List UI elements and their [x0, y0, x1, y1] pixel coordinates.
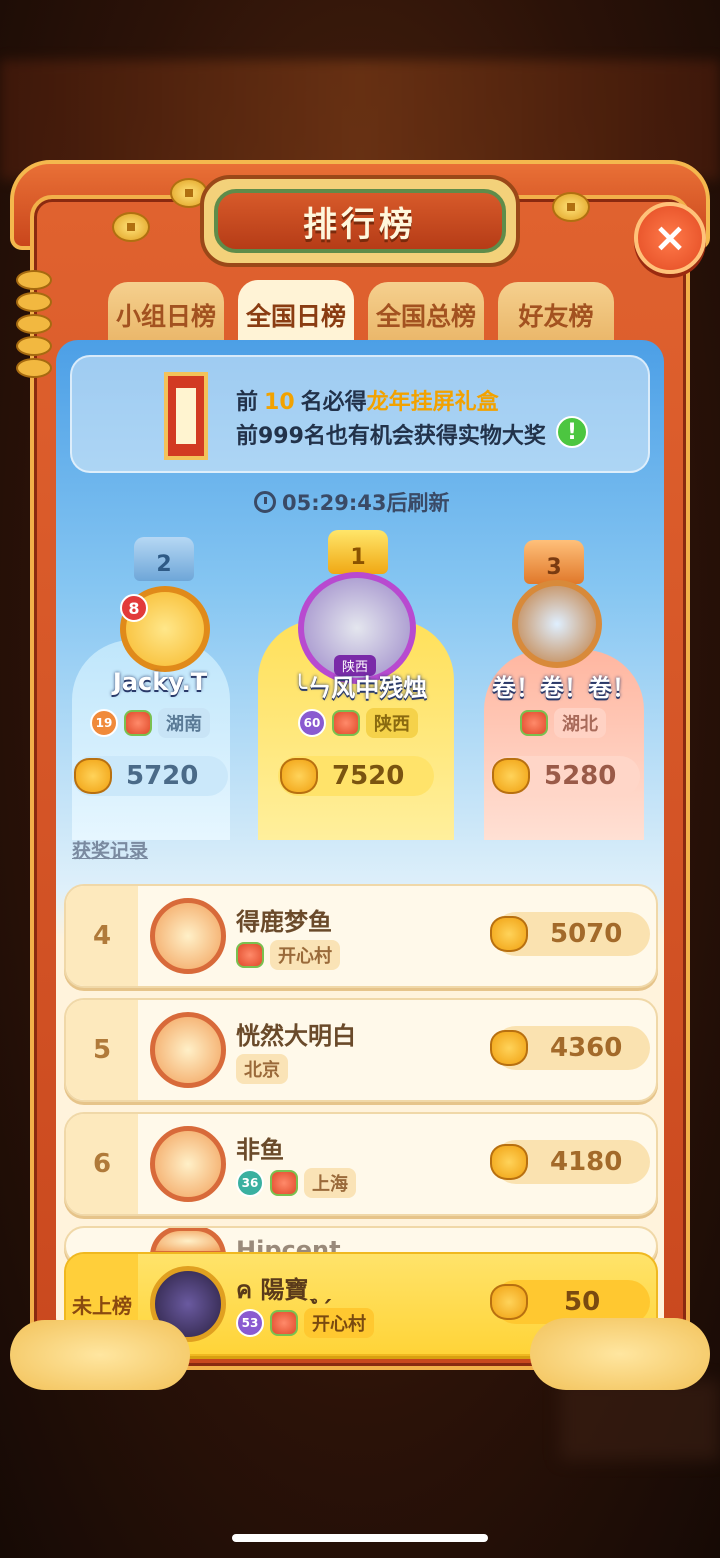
- score-pill: 5280: [490, 756, 640, 796]
- money-bag-icon: [490, 1144, 528, 1180]
- tab-national-total[interactable]: 全国总榜: [368, 282, 484, 348]
- score-pill: 4180: [490, 1140, 650, 1184]
- home-indicator[interactable]: [232, 1534, 488, 1542]
- score-value: 50: [564, 1287, 601, 1317]
- coin-icon: [552, 192, 590, 222]
- money-bag-icon: [490, 916, 528, 952]
- tab-group-daily[interactable]: 小组日榜: [108, 282, 224, 348]
- region-label: 北京: [236, 1054, 288, 1084]
- player-meta: 北京: [236, 1054, 288, 1084]
- avatar[interactable]: 8: [120, 586, 210, 672]
- dragon-badge-icon: [270, 1170, 298, 1196]
- coin-chain-decoration: [16, 270, 56, 390]
- player-meta: 36 上海: [236, 1168, 356, 1198]
- player-meta: 60 陕西: [298, 708, 418, 738]
- background-blur: [560, 1380, 720, 1460]
- rank-number: 4: [66, 886, 138, 986]
- money-bag-icon: [490, 1030, 528, 1066]
- score-value: 5280: [544, 761, 617, 791]
- reward-mid-text: 名必得: [300, 390, 367, 415]
- dragon-badge-icon: [124, 710, 152, 736]
- award-record-link[interactable]: 获奖记录: [72, 836, 148, 863]
- money-bag-icon: [280, 758, 318, 794]
- refresh-text: 05:29:43后刷新: [282, 491, 450, 515]
- info-icon[interactable]: !: [556, 416, 588, 448]
- score-pill: 7520: [278, 756, 434, 796]
- score-pill: 5070: [490, 912, 650, 956]
- money-bag-icon: [74, 758, 112, 794]
- score-value: 4360: [550, 1033, 623, 1063]
- dragon-badge-icon: [236, 942, 264, 968]
- avatar[interactable]: [512, 580, 602, 668]
- crown-icon: 3: [524, 540, 584, 584]
- reward-line-2: 前999名也有机会获得实物大奖: [236, 424, 546, 449]
- reward-prize-name: 龙年挂屏礼盒: [366, 390, 499, 415]
- player-name: Jacky.T: [112, 668, 208, 696]
- refresh-timer: 05:29:43后刷新: [254, 487, 449, 517]
- clock-icon: [254, 491, 276, 513]
- level-badge: 53: [236, 1309, 264, 1337]
- region-label: 开心村: [304, 1308, 374, 1338]
- title-banner: 排行榜: [214, 189, 506, 253]
- table-row[interactable]: 5 恍然大明白 北京 4360: [64, 998, 658, 1102]
- close-button[interactable]: ×: [634, 202, 706, 274]
- dragon-badge-icon: [270, 1310, 298, 1336]
- player-meta: 53 开心村: [236, 1308, 374, 1338]
- table-row[interactable]: 4 得鹿梦鱼 开心村 5070: [64, 884, 658, 988]
- player-name: ╰ㄣ风中残烛: [292, 674, 428, 702]
- player-name: 非鱼: [236, 1136, 284, 1164]
- level-badge: 60: [298, 709, 326, 737]
- dragon-badge-icon: [332, 710, 360, 736]
- region-label: 湖南: [158, 708, 210, 738]
- rank-number: 6: [66, 1114, 138, 1214]
- money-bag-icon: [492, 758, 530, 794]
- table-row[interactable]: 6 非鱼 36 上海 4180: [64, 1112, 658, 1216]
- region-label: 上海: [304, 1168, 356, 1198]
- avatar[interactable]: [150, 898, 226, 974]
- score-value: 4180: [550, 1147, 623, 1177]
- score-pill: 5720: [72, 756, 228, 796]
- close-icon: ×: [653, 215, 687, 261]
- player-name: 恍然大明白: [236, 1022, 356, 1050]
- dragon-badge-icon: [520, 710, 548, 736]
- cloud-decoration: [10, 1320, 190, 1390]
- avatar[interactable]: [150, 1012, 226, 1088]
- crown-icon: 2: [134, 537, 194, 581]
- level-badge: 36: [236, 1169, 264, 1197]
- score-value: 5070: [550, 919, 623, 949]
- crown-icon: 1: [328, 530, 388, 574]
- reward-top-count: 10: [264, 390, 295, 415]
- coin-icon: [112, 212, 150, 242]
- cloud-decoration: [530, 1318, 710, 1390]
- player-name: 得鹿梦鱼: [236, 908, 332, 936]
- score-value: 7520: [332, 761, 405, 791]
- region-label: 陕西: [366, 708, 418, 738]
- rank-number: 5: [66, 1000, 138, 1100]
- tab-friends[interactable]: 好友榜: [498, 282, 614, 348]
- reward-line-1: 前 10 名必得龙年挂屏礼盒: [236, 384, 499, 416]
- money-bag-icon: [490, 1284, 528, 1320]
- region-label: 开心村: [270, 940, 340, 970]
- level-badge: 19: [90, 709, 118, 737]
- player-meta: 湖北: [520, 708, 606, 738]
- player-name: ค 陽寶ˎ̥ˏ: [236, 1276, 333, 1304]
- level-badge: 8: [120, 594, 148, 622]
- score-pill: 4360: [490, 1026, 650, 1070]
- reward-prefix: 前: [236, 390, 259, 415]
- page-title: 排行榜: [303, 204, 417, 245]
- region-label: 湖北: [554, 708, 606, 738]
- prize-scroll-icon: [164, 372, 208, 460]
- score-value: 5720: [126, 761, 199, 791]
- avatar[interactable]: [150, 1126, 226, 1202]
- player-meta: 开心村: [236, 940, 340, 970]
- player-name: 卷！卷！卷！: [492, 674, 636, 702]
- player-meta: 19 湖南: [90, 708, 210, 738]
